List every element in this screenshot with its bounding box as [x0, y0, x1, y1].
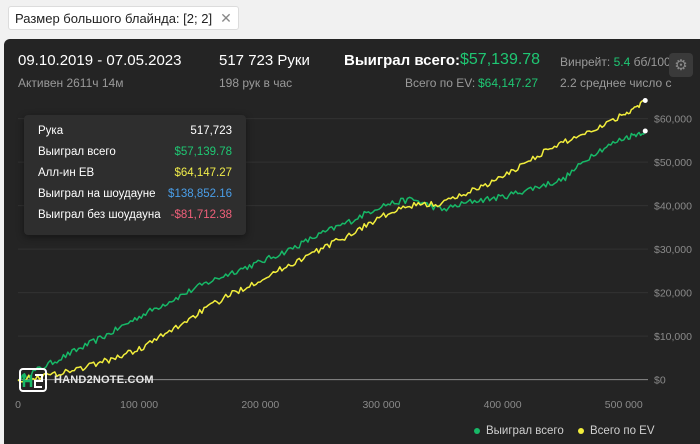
legend-item-ev[interactable]: Всего по EV — [578, 425, 655, 437]
tooltip-row: Выиграл без шоудауна -$81,712.38 — [38, 209, 232, 227]
tooltip-label: Алл-ин ЕВ — [38, 167, 95, 179]
legend-dot — [578, 428, 584, 434]
hand2note-logo: HAND2NOTE.COM — [18, 367, 154, 393]
tooltip-value: $57,139.78 — [174, 146, 232, 158]
x-tick-label: 300 000 — [362, 399, 400, 411]
legend-label: Всего по EV — [590, 425, 655, 437]
tooltip-label: Выиграл без шоудауна — [38, 209, 161, 221]
y-tick-label: $20,000 — [654, 288, 692, 300]
logo-text: HAND2NOTE.COM — [54, 374, 154, 386]
chart-tooltip: Рука 517,723 Выиграл всего $57,139.78 Ал… — [24, 115, 246, 235]
tooltip-label: Выиграл всего — [38, 146, 116, 158]
legend-label: Выиграл всего — [486, 425, 564, 437]
y-tick-label: $60,000 — [654, 114, 692, 126]
y-tick-label: $50,000 — [654, 157, 692, 169]
tooltip-row: Рука 517,723 — [38, 125, 232, 143]
tooltip-value: 517,723 — [190, 125, 232, 137]
legend-dot — [474, 428, 480, 434]
x-tick-label: 400 000 — [484, 399, 522, 411]
filter-chip-label: Размер большого блайнда: [2; 2] — [15, 10, 213, 26]
x-tick-label: 200 000 — [241, 399, 279, 411]
tooltip-row: Алл-ин ЕВ $64,147.27 — [38, 167, 232, 185]
tooltip-row: Выиграл всего $57,139.78 — [38, 146, 232, 164]
close-icon[interactable]: ✕ — [220, 10, 232, 27]
y-tick-label: $0 — [654, 375, 666, 387]
tooltip-value: $64,147.27 — [174, 167, 232, 179]
filter-chip[interactable]: Размер большого блайнда: [2; 2] ✕ — [8, 6, 239, 30]
y-tick-label: $40,000 — [654, 201, 692, 213]
filter-bar: Размер большого блайнда: [2; 2] ✕ — [0, 0, 700, 38]
logo-icon — [19, 368, 47, 392]
series-end-point — [642, 128, 648, 134]
tooltip-label: Выиграл на шоудауне — [38, 188, 156, 200]
x-tick-label: 0 — [15, 399, 21, 411]
y-tick-label: $30,000 — [654, 244, 692, 256]
graph-panel: 09.10.2019 - 07.05.2023 Активен 2611ч 14… — [4, 39, 700, 444]
series-end-point — [642, 98, 648, 104]
x-tick-label: 100 000 — [120, 399, 158, 411]
tooltip-value: -$81,712.38 — [170, 209, 232, 221]
tooltip-row: Выиграл на шоудауне $138,852.16 — [38, 188, 232, 206]
y-tick-label: $10,000 — [654, 331, 692, 343]
legend-item-won[interactable]: Выиграл всего — [474, 425, 564, 437]
tooltip-label: Рука — [38, 125, 64, 137]
tooltip-value: $138,852.16 — [168, 188, 232, 200]
x-tick-label: 500 000 — [605, 399, 643, 411]
